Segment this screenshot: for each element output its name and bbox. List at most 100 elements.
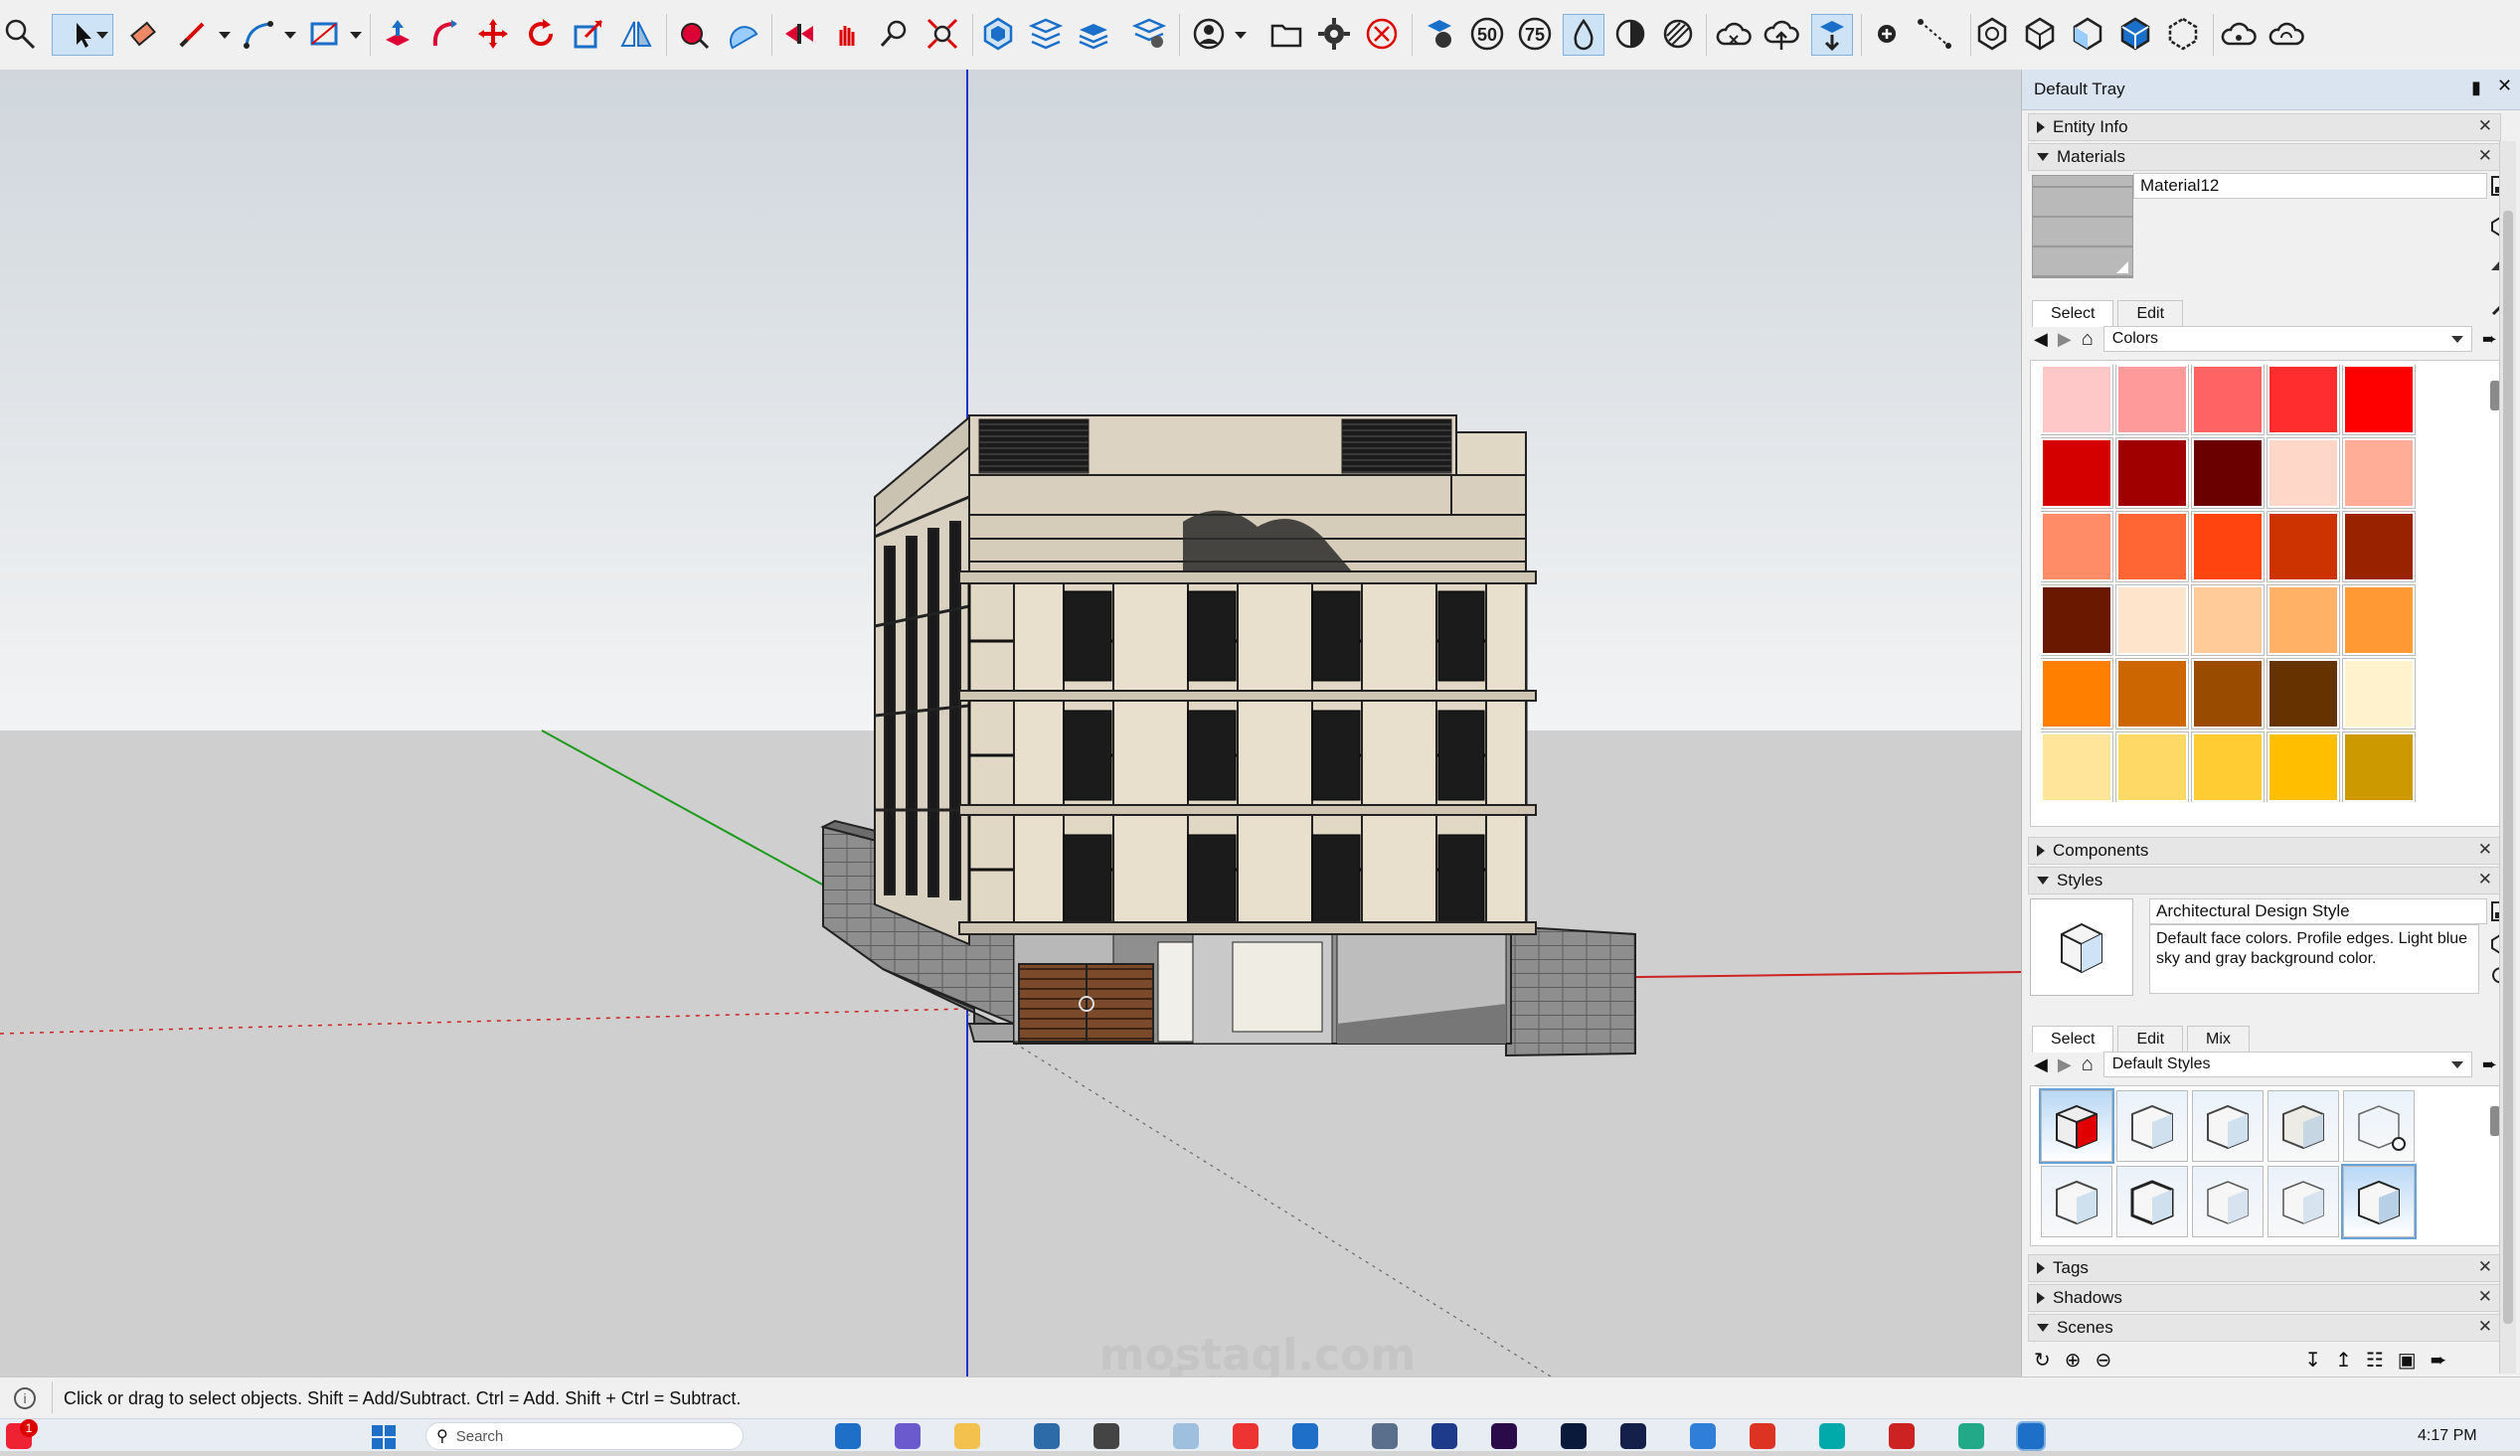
color-swatch[interactable] [2268, 512, 2339, 581]
zoom-icon[interactable] [875, 14, 915, 54]
tray-scrollbar[interactable] [2499, 141, 2516, 1374]
home-icon[interactable]: ⌂ [2082, 1053, 2094, 1076]
scenes-header[interactable]: Scenes ✕ [2028, 1314, 2501, 1342]
move-scene-down-icon[interactable]: ↧ [2304, 1348, 2321, 1373]
target-50-icon[interactable]: 50 [1467, 14, 1507, 54]
style-thumb-10[interactable] [2343, 1166, 2415, 1237]
sketchup-app-icon[interactable] [1093, 1423, 1119, 1449]
component-icon[interactable] [978, 14, 1018, 54]
teams-app-icon[interactable] [895, 1423, 921, 1449]
close-panel-icon[interactable]: ✕ [2478, 146, 2492, 166]
style-thumb-7[interactable] [2116, 1166, 2188, 1237]
styles-header[interactable]: Styles ✕ [2028, 867, 2501, 894]
styles-tab-edit[interactable]: Edit [2117, 1026, 2184, 1052]
line-dropdown-icon[interactable] [219, 32, 231, 39]
autocad-app-icon[interactable] [1372, 1423, 1398, 1449]
move-scene-up-icon[interactable]: ↥ [2335, 1348, 2352, 1373]
color-swatch[interactable] [2343, 585, 2415, 655]
scene-canvas[interactable]: مستقل mostaql.com [0, 70, 2021, 1376]
save-scene-icon[interactable]: ▣ [2398, 1348, 2417, 1373]
back-arrow-icon[interactable]: ◀ [2034, 329, 2048, 350]
settings-app-icon[interactable] [1690, 1423, 1716, 1449]
open-folder-icon[interactable] [1266, 14, 1306, 54]
tags-header[interactable]: Tags ✕ [2028, 1254, 2501, 1282]
taskbar-search-box[interactable]: ⚲ Search [425, 1422, 744, 1450]
premiere-app-icon[interactable] [1491, 1423, 1517, 1449]
close-panel-icon[interactable]: ✕ [2478, 1317, 2492, 1337]
style-description-field[interactable]: Default face colors. Profile edges. Ligh… [2149, 924, 2479, 994]
back-view-icon[interactable] [2163, 14, 2203, 54]
details-arrow-icon[interactable]: ➨ [2482, 329, 2497, 350]
target-75-icon[interactable]: 75 [1515, 14, 1555, 54]
store-app-icon[interactable] [1034, 1423, 1060, 1449]
material-name-field[interactable]: Material12 [2133, 173, 2487, 199]
shape-dropdown-icon[interactable] [350, 32, 362, 39]
color-swatch[interactable] [2343, 365, 2415, 434]
refresh-scene-icon[interactable]: ↻ [2034, 1348, 2051, 1373]
layers-icon[interactable] [1026, 14, 1066, 54]
lightroom-app-icon[interactable] [1620, 1423, 1646, 1449]
rectangle-shape-icon[interactable] [304, 14, 344, 54]
vscode-app-icon[interactable] [1431, 1423, 1457, 1449]
cloud-icon[interactable] [1714, 14, 1754, 54]
color-swatch[interactable] [2116, 438, 2188, 508]
color-swatch[interactable] [2041, 585, 2112, 655]
style-thumb-5[interactable] [2343, 1090, 2415, 1162]
rotate-icon[interactable] [521, 14, 561, 54]
edge-app-icon[interactable] [835, 1423, 861, 1449]
view-options-icon[interactable]: ☷ [2366, 1348, 2384, 1373]
materials-header[interactable]: Materials ✕ [2028, 143, 2501, 171]
model-viewport[interactable]: مستقل mostaql.com [0, 70, 2021, 1376]
measure-dots-icon[interactable] [1915, 14, 1954, 54]
stripes-circle-icon[interactable] [1658, 14, 1698, 54]
account-dropdown-icon[interactable] [1235, 32, 1247, 39]
color-swatch[interactable] [2268, 659, 2339, 728]
entity-info-header[interactable]: Entity Info ✕ [2028, 113, 2501, 141]
style-thumb-8[interactable] [2192, 1166, 2264, 1237]
color-swatch[interactable] [2041, 659, 2112, 728]
shadows-header[interactable]: Shadows ✕ [2028, 1284, 2501, 1312]
add-scene-icon[interactable]: ⊕ [2065, 1348, 2082, 1373]
back-arrow-icon[interactable]: ◀ [2034, 1054, 2048, 1075]
cloud-refresh-icon[interactable] [2267, 14, 2306, 54]
stack-icon[interactable] [1074, 14, 1113, 54]
zoom-extents-icon[interactable] [923, 14, 962, 54]
materials-tab-edit[interactable]: Edit [2117, 300, 2184, 327]
photoshop-app-icon[interactable] [1561, 1423, 1587, 1449]
cloud-upload-icon[interactable] [1762, 14, 1801, 54]
protractor-icon[interactable] [722, 14, 761, 54]
tape-measure-icon[interactable] [674, 14, 714, 54]
extension-icon[interactable] [1811, 14, 1853, 56]
color-swatch[interactable] [2192, 585, 2264, 655]
outliner-icon[interactable] [1129, 14, 1169, 54]
material-library-select[interactable]: Colors [2102, 326, 2472, 352]
style-library-select[interactable]: Default Styles [2102, 1052, 2472, 1077]
color-swatch[interactable] [2116, 512, 2188, 581]
user-account-icon[interactable] [1189, 14, 1229, 54]
section-plane-icon[interactable] [779, 14, 819, 54]
half-circle-icon[interactable] [1610, 14, 1650, 54]
cancel-icon[interactable] [1362, 14, 1402, 54]
close-panel-icon[interactable]: ✕ [2478, 840, 2492, 860]
materials-icon[interactable] [1420, 14, 1459, 54]
push-pull-icon[interactable] [378, 14, 418, 54]
orbit-icon[interactable] [827, 14, 867, 54]
color-swatch[interactable] [2116, 732, 2188, 802]
drop-icon[interactable] [1563, 14, 1604, 56]
color-swatch[interactable] [2268, 585, 2339, 655]
pencil-line-icon[interactable] [173, 14, 213, 54]
scale-icon[interactable] [569, 14, 608, 54]
select-dropdown-icon[interactable] [96, 32, 108, 39]
top-view-icon[interactable] [2020, 14, 2060, 54]
styles-tab-select[interactable]: Select [2032, 1026, 2114, 1052]
file-explorer-icon[interactable] [954, 1423, 980, 1449]
forward-arrow-icon[interactable]: ▶ [2058, 329, 2072, 350]
pin-icon[interactable]: ▮ [2471, 78, 2481, 98]
whatsapp-app-icon[interactable] [1958, 1423, 1984, 1449]
color-swatch[interactable] [2343, 512, 2415, 581]
plus-icon[interactable] [1867, 14, 1907, 54]
color-swatch[interactable] [2192, 732, 2264, 802]
color-swatch[interactable] [2268, 438, 2339, 508]
word-app-icon[interactable] [1292, 1423, 1318, 1449]
settings-gear-icon[interactable] [1314, 14, 1354, 54]
